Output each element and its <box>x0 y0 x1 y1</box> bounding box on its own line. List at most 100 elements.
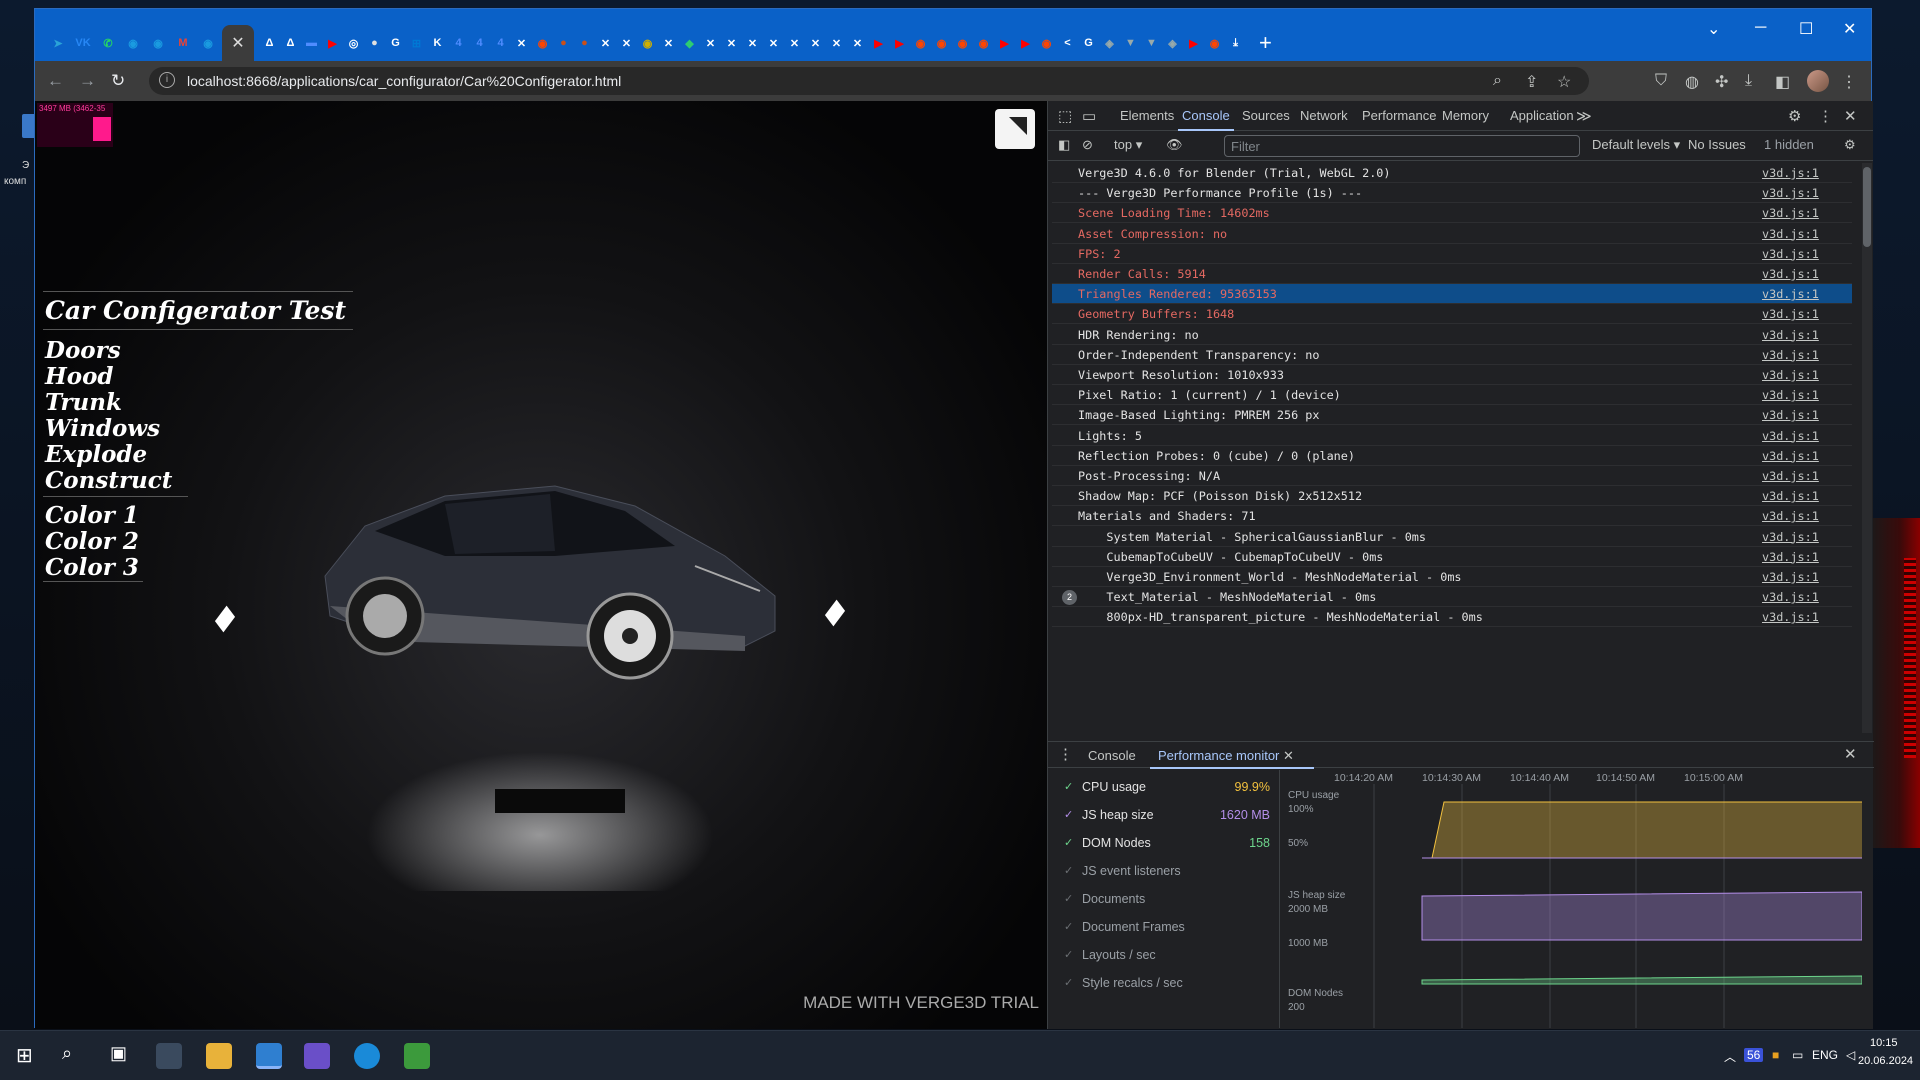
xbox-app-icon[interactable] <box>404 1043 430 1069</box>
checkbox-check-icon[interactable]: ✓ <box>1064 920 1073 933</box>
extensions-puzzle-icon[interactable]: ✣ <box>1715 72 1728 92</box>
console-filter-input[interactable]: Filter <box>1224 135 1580 157</box>
tray-expand-icon[interactable]: ︿ <box>1724 1048 1736 1065</box>
console-message[interactable]: Viewport Resolution: 1010x933 v3d.js:1 <box>1052 365 1852 385</box>
tab-favicon-site-icon[interactable]: ▶ <box>995 32 1014 54</box>
tab-favicon-site-icon[interactable]: ◉ <box>1205 32 1224 54</box>
tab-favicon-site-icon[interactable]: ▶ <box>1016 32 1035 54</box>
menu-item-windows[interactable]: Windows <box>43 416 188 442</box>
tab-favicon-app-icon[interactable]: ◉ <box>122 32 144 54</box>
side-panel-icon[interactable]: ◧ <box>1775 72 1790 92</box>
tab-favicon-site-icon[interactable]: 4 <box>491 32 510 54</box>
tab-search-icon[interactable]: ⌄ <box>1707 19 1720 39</box>
metric-js-event-listeners[interactable]: ✓ JS event listeners <box>1048 858 1280 886</box>
tab-favicon-site-icon[interactable]: ◈ <box>1100 32 1119 54</box>
inspect-element-icon[interactable]: ⬚ <box>1058 107 1072 125</box>
metric-documents[interactable]: ✓ Documents <box>1048 886 1280 914</box>
tray-badge[interactable]: 56 <box>1744 1048 1764 1062</box>
minimize-button[interactable]: ─ <box>1755 19 1766 37</box>
sidebar-toggle-icon[interactable]: ◧ <box>1058 137 1070 153</box>
console-message[interactable]: Verge3D 4.6.0 for Blender (Trial, WebGL … <box>1052 163 1852 183</box>
share-icon[interactable]: ⇪ <box>1525 72 1538 92</box>
tab-favicon-site-icon[interactable]: ◆ <box>680 32 699 54</box>
console-message[interactable]: Lights: 5 v3d.js:1 <box>1052 426 1852 446</box>
source-link[interactable]: v3d.js:1 <box>1762 408 1819 422</box>
tab-favicon-site-icon[interactable]: ◉ <box>1037 32 1056 54</box>
console-message[interactable]: Scene Loading Time: 14602ms v3d.js:1 <box>1052 203 1852 224</box>
menu-item-hood[interactable]: Hood <box>43 364 188 390</box>
devtools-tab-network[interactable]: Network <box>1300 108 1348 123</box>
tab-favicon-site-icon[interactable]: ▶ <box>869 32 888 54</box>
drawer-tab-performance-monitor[interactable]: Performance monitor ✕ <box>1150 748 1314 769</box>
color-option-1[interactable]: Color 1 <box>43 503 143 529</box>
source-link[interactable]: v3d.js:1 <box>1762 570 1819 584</box>
color-option-2[interactable]: Color 2 <box>43 529 143 555</box>
tab-favicon-site-icon[interactable]: ◉ <box>974 32 993 54</box>
maximize-button[interactable]: ☐ <box>1799 19 1813 39</box>
source-link[interactable]: v3d.js:1 <box>1762 186 1819 200</box>
save-app-icon[interactable] <box>304 1043 330 1069</box>
source-link[interactable]: v3d.js:1 <box>1762 227 1819 241</box>
source-link[interactable]: v3d.js:1 <box>1762 267 1819 281</box>
scrollbar-thumb[interactable] <box>1863 167 1871 247</box>
tab-favicon-site-icon[interactable]: Δ <box>260 32 279 54</box>
tab-favicon-site-icon[interactable]: ⊞ <box>407 32 426 54</box>
tab-favicon-site-icon[interactable]: ● <box>365 32 384 54</box>
tab-favicon-site-icon[interactable]: ▶ <box>1184 32 1203 54</box>
source-link[interactable]: v3d.js:1 <box>1762 449 1819 463</box>
tab-favicon-site-icon[interactable]: Δ <box>281 32 300 54</box>
tab-favicon-site-icon[interactable]: ✕ <box>806 32 825 54</box>
drawer-tab-console[interactable]: Console <box>1088 748 1136 763</box>
checkbox-check-icon[interactable]: ✓ <box>1064 948 1073 961</box>
task-view-icon[interactable]: ▣ <box>110 1043 127 1064</box>
bookmark-star-icon[interactable]: ☆ <box>1557 72 1571 92</box>
tab-favicon-site-icon[interactable]: G <box>1079 32 1098 54</box>
settings-app-icon[interactable] <box>156 1043 182 1069</box>
tab-favicon-vk-icon[interactable]: VK <box>72 32 94 54</box>
console-message[interactable]: Pixel Ratio: 1 (current) / 1 (device) v3d… <box>1052 385 1852 406</box>
source-link[interactable]: v3d.js:1 <box>1762 247 1819 261</box>
console-message[interactable]: Post-Processing: N/A v3d.js:1 <box>1052 466 1852 486</box>
checkbox-check-icon[interactable]: ✓ <box>1064 808 1073 821</box>
close-window-button[interactable]: ✕ <box>1843 19 1856 39</box>
active-tab-close-icon[interactable]: ✕ <box>222 25 254 61</box>
tab-favicon-site-icon[interactable]: ✕ <box>743 32 762 54</box>
close-devtools-icon[interactable]: ✕ <box>1844 107 1857 125</box>
omnibox[interactable]: i localhost:8668/applications/car_config… <box>149 67 1589 95</box>
verge3d-watermark[interactable]: MADE WITH VERGE3D TRIAL <box>803 993 1039 1013</box>
downloads-icon[interactable]: ⤓ <box>1745 72 1752 90</box>
zoom-icon[interactable]: ⌕ <box>1493 72 1502 90</box>
metric-style-recalcs-sec[interactable]: ✓ Style recalcs / sec <box>1048 970 1280 998</box>
tab-favicon-site-icon[interactable]: ◉ <box>533 32 552 54</box>
search-icon[interactable]: ⌕ <box>62 1043 72 1064</box>
metric-cpu-usage[interactable]: ✓ CPU usage 99.9% <box>1048 774 1280 802</box>
source-link[interactable]: v3d.js:1 <box>1762 328 1819 342</box>
new-tab-button[interactable]: + <box>1259 30 1272 56</box>
tab-favicon-site-icon[interactable]: ▼ <box>1121 32 1140 54</box>
source-link[interactable]: v3d.js:1 <box>1762 206 1819 220</box>
tab-favicon-site-icon[interactable]: ◈ <box>1163 32 1182 54</box>
tab-favicon-gmail-icon[interactable]: M <box>172 32 194 54</box>
tab-favicon-site-icon[interactable]: ✕ <box>785 32 804 54</box>
menu-item-doors[interactable]: Doors <box>43 338 188 364</box>
source-link[interactable]: v3d.js:1 <box>1762 287 1819 301</box>
rotate-right-arrow[interactable] <box>825 597 845 629</box>
webgl-viewport[interactable]: 3497 MB (3462-35 Car Configerator Test D… <box>35 101 1047 1029</box>
checkbox-check-icon[interactable]: ✓ <box>1064 836 1073 849</box>
rotate-left-arrow[interactable] <box>215 603 235 635</box>
menu-item-construct[interactable]: Construct <box>43 468 188 494</box>
extension-globe-icon[interactable]: ◍ <box>1685 72 1699 92</box>
checkbox-check-icon[interactable]: ✓ <box>1064 780 1073 793</box>
source-link[interactable]: v3d.js:1 <box>1762 590 1819 604</box>
tab-favicon-site-icon[interactable]: ◎ <box>344 32 363 54</box>
tab-favicon-site-icon[interactable]: K <box>428 32 447 54</box>
console-settings-gear-icon[interactable]: ⚙ <box>1844 137 1856 153</box>
console-message[interactable]: --- Verge3D Performance Profile (1s) ---… <box>1052 183 1852 204</box>
tab-favicon-site-icon[interactable]: ▬ <box>302 32 321 54</box>
menu-item-explode[interactable]: Explode <box>43 442 188 468</box>
source-link[interactable]: v3d.js:1 <box>1762 469 1819 483</box>
source-link[interactable]: v3d.js:1 <box>1762 166 1819 180</box>
tab-favicon-site-icon[interactable]: ✕ <box>722 32 741 54</box>
volume-icon[interactable]: ◁ <box>1846 1048 1855 1062</box>
tab-favicon-telegram-icon[interactable]: ➤ <box>47 32 69 54</box>
